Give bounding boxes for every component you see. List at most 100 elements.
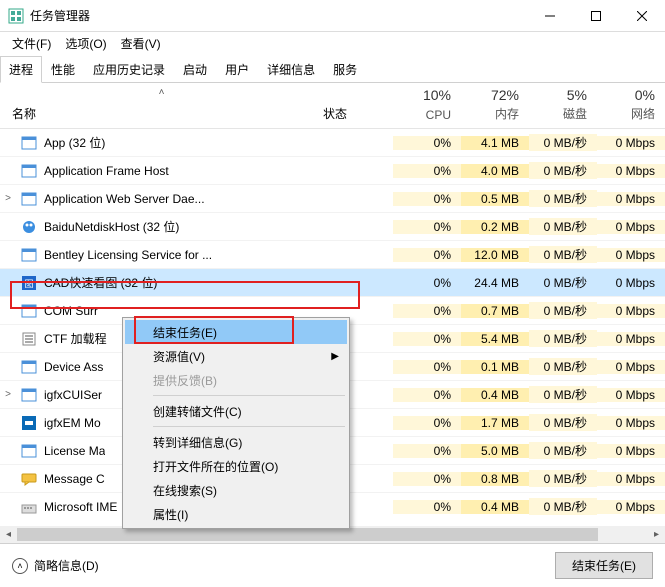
net-cell: 0 Mbps xyxy=(597,164,665,178)
process-icon xyxy=(20,247,38,263)
tab-0[interactable]: 进程 xyxy=(0,56,42,83)
process-icon: 图 xyxy=(20,275,38,291)
net-cell: 0 Mbps xyxy=(597,444,665,458)
context-menu-item[interactable]: 属性(I) xyxy=(125,502,347,526)
mem-cell: 24.4 MB xyxy=(461,276,529,290)
mem-cell: 0.7 MB xyxy=(461,304,529,318)
scroll-thumb[interactable] xyxy=(17,528,598,541)
disk-cell: 0 MB/秒 xyxy=(529,162,597,179)
fewer-details-button[interactable]: ˄ 简略信息(D) xyxy=(12,557,99,574)
process-name: Application Web Server Dae... xyxy=(44,192,205,206)
tab-1[interactable]: 性能 xyxy=(42,56,84,82)
col-memory[interactable]: 72%内存 xyxy=(461,83,529,128)
process-name: Microsoft IME xyxy=(44,500,117,514)
col-status[interactable]: 状态 xyxy=(323,83,393,128)
process-name-cell: BaiduNetdiskHost (32 位) xyxy=(16,218,323,235)
tab-4[interactable]: 用户 xyxy=(216,56,258,82)
context-menu-item[interactable]: 在线搜索(S) xyxy=(125,478,347,502)
mem-cell: 12.0 MB xyxy=(461,248,529,262)
context-menu-item: 提供反馈(B) xyxy=(125,368,347,392)
context-menu-item[interactable]: 转到详细信息(G) xyxy=(125,430,347,454)
scroll-left-icon[interactable]: ◂ xyxy=(0,526,17,543)
title-bar: 任务管理器 xyxy=(0,0,665,32)
cpu-cell: 0% xyxy=(393,248,461,262)
svg-text:图: 图 xyxy=(24,279,33,289)
tab-3[interactable]: 启动 xyxy=(174,56,216,82)
disk-cell: 0 MB/秒 xyxy=(529,218,597,235)
menu-view[interactable]: 查看(V) xyxy=(115,33,167,54)
context-menu-item[interactable]: 打开文件所在的位置(O) xyxy=(125,454,347,478)
process-row[interactable]: 图CAD快速看图 (32 位)0%24.4 MB0 MB/秒0 Mbps xyxy=(0,269,665,297)
context-menu: 结束任务(E)资源值(V)▶提供反馈(B) 创建转储文件(C) 转到详细信息(G)打… xyxy=(122,317,350,529)
process-icon xyxy=(20,219,38,235)
menu-separator xyxy=(153,395,345,396)
window-title: 任务管理器 xyxy=(30,7,527,24)
process-name: License Ma xyxy=(44,444,105,458)
process-name: CTF 加载程 xyxy=(44,330,107,347)
mem-cell: 5.0 MB xyxy=(461,444,529,458)
tab-strip: 进程性能应用历史记录启动用户详细信息服务 xyxy=(0,56,665,83)
fewer-details-label: 简略信息(D) xyxy=(34,557,99,574)
process-row[interactable]: BaiduNetdiskHost (32 位)0%0.2 MB0 MB/秒0 M… xyxy=(0,213,665,241)
mem-cell: 0.2 MB xyxy=(461,220,529,234)
disk-cell: 0 MB/秒 xyxy=(529,330,597,347)
process-name-cell: Application Frame Host xyxy=(16,163,323,179)
col-network[interactable]: 0%网络 xyxy=(597,83,665,128)
maximize-button[interactable] xyxy=(573,0,619,32)
process-name: CAD快速看图 (32 位) xyxy=(44,274,157,291)
net-cell: 0 Mbps xyxy=(597,500,665,514)
process-row[interactable]: Bentley Licensing Service for ... 0%12.0 … xyxy=(0,241,665,269)
scroll-right-icon[interactable]: ▸ xyxy=(648,526,665,543)
mem-cell: 4.0 MB xyxy=(461,164,529,178)
process-row[interactable]: >Application Web Server Dae...0%0.5 MB0 … xyxy=(0,185,665,213)
tab-2[interactable]: 应用历史记录 xyxy=(84,56,174,82)
col-name[interactable]: ˄ 名称 xyxy=(0,83,323,128)
process-name: Message C xyxy=(44,472,105,486)
menu-bar: 文件(F) 选项(O) 查看(V) xyxy=(0,32,665,54)
process-name-cell: 图 CAD快速看图 (32 位) xyxy=(16,274,323,291)
end-task-button[interactable]: 结束任务(E) xyxy=(555,552,653,579)
expand-icon[interactable]: > xyxy=(0,193,16,204)
disk-cell: 0 MB/秒 xyxy=(529,246,597,263)
net-cell: 0 Mbps xyxy=(597,332,665,346)
process-name-cell: Bentley Licensing Service for ... xyxy=(16,247,323,263)
disk-cell: 0 MB/秒 xyxy=(529,274,597,291)
cpu-cell: 0% xyxy=(393,164,461,178)
menu-file[interactable]: 文件(F) xyxy=(6,33,57,54)
net-cell: 0 Mbps xyxy=(597,304,665,318)
net-cell: 0 Mbps xyxy=(597,276,665,290)
cpu-cell: 0% xyxy=(393,416,461,430)
disk-cell: 0 MB/秒 xyxy=(529,442,597,459)
mem-cell: 0.4 MB xyxy=(461,500,529,514)
cpu-cell: 0% xyxy=(393,304,461,318)
cpu-cell: 0% xyxy=(393,472,461,486)
menu-options[interactable]: 选项(O) xyxy=(59,33,112,54)
cpu-cell: 0% xyxy=(393,444,461,458)
mem-cell: 1.7 MB xyxy=(461,416,529,430)
expand-icon[interactable]: > xyxy=(0,389,16,400)
context-menu-item[interactable]: 结束任务(E) xyxy=(125,320,347,344)
tab-6[interactable]: 服务 xyxy=(324,56,366,82)
process-name: Device Ass xyxy=(44,360,103,374)
process-name: BaiduNetdiskHost (32 位) xyxy=(44,218,179,235)
col-disk[interactable]: 5%磁盘 xyxy=(529,83,597,128)
process-name: Application Frame Host xyxy=(44,164,169,178)
process-row[interactable]: Application Frame Host 0%4.0 MB0 MB/秒0 Mb… xyxy=(0,157,665,185)
close-button[interactable] xyxy=(619,0,665,32)
disk-cell: 0 MB/秒 xyxy=(529,386,597,403)
mem-cell: 0.4 MB xyxy=(461,388,529,402)
process-icon xyxy=(20,387,38,403)
process-icon xyxy=(20,359,38,375)
column-headers: ˄ 名称 状态 10%CPU 72%内存 5%磁盘 0%网络 xyxy=(0,83,665,129)
minimize-button[interactable] xyxy=(527,0,573,32)
footer-bar: ˄ 简略信息(D) 结束任务(E) xyxy=(0,543,665,587)
context-menu-item[interactable]: 创建转储文件(C) xyxy=(125,399,347,423)
cpu-cell: 0% xyxy=(393,500,461,514)
tab-5[interactable]: 详细信息 xyxy=(258,56,324,82)
process-row[interactable]: App (32 位)0%4.1 MB0 MB/秒0 Mbps xyxy=(0,129,665,157)
net-cell: 0 Mbps xyxy=(597,136,665,150)
mem-cell: 0.1 MB xyxy=(461,360,529,374)
col-cpu[interactable]: 10%CPU xyxy=(393,83,461,128)
context-menu-item[interactable]: 资源值(V)▶ xyxy=(125,344,347,368)
cpu-cell: 0% xyxy=(393,332,461,346)
